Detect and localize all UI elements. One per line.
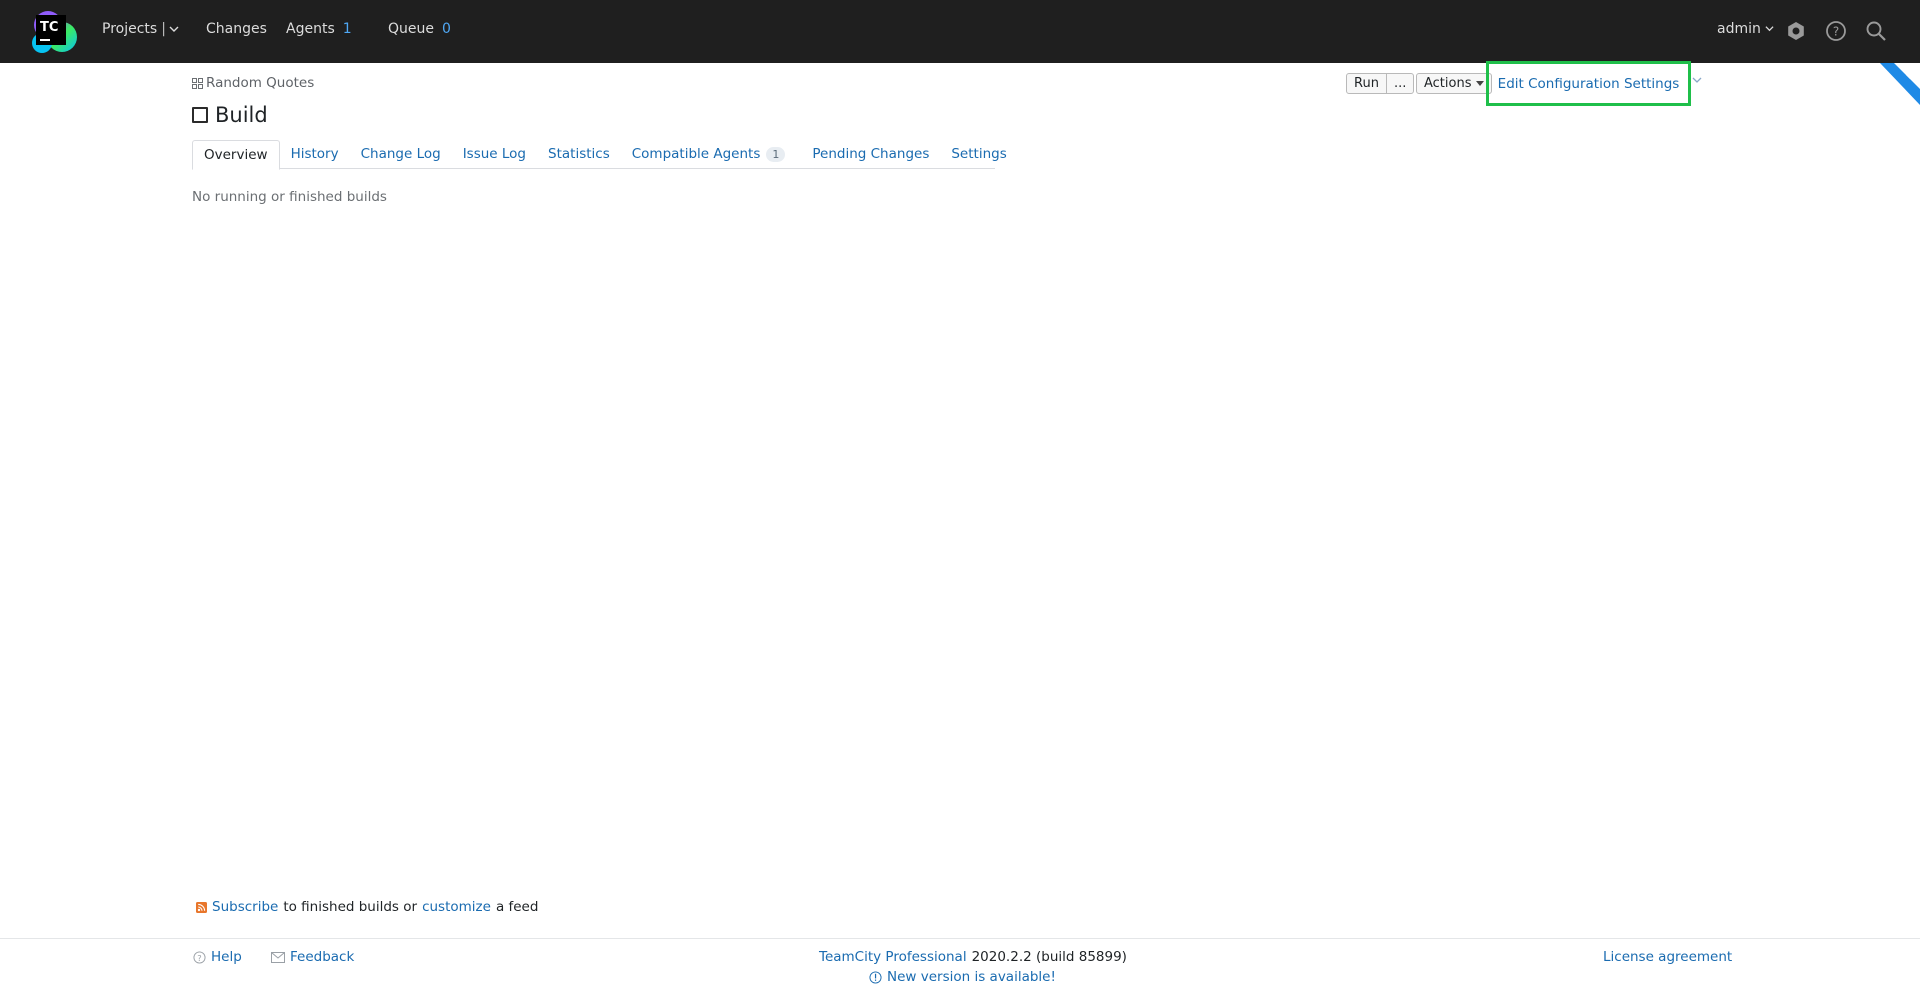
run-custom-button[interactable]: ... bbox=[1385, 74, 1413, 93]
actions-label: Actions bbox=[1424, 76, 1472, 91]
rss-feed-icon bbox=[196, 901, 207, 913]
subscribe-line: Subscribe to finished builds or customiz… bbox=[196, 899, 538, 915]
user-menu[interactable]: admin bbox=[1717, 21, 1774, 37]
footer-product-info: TeamCity Professional 2020.2.2 (build 85… bbox=[819, 949, 1127, 965]
build-config-tabs: Overview History Change Log Issue Log St… bbox=[192, 140, 1007, 170]
tab-compatible-agents[interactable]: Compatible Agents 1 bbox=[621, 140, 797, 169]
help-icon: ? bbox=[193, 950, 206, 964]
tab-change-log[interactable]: Change Log bbox=[350, 140, 452, 169]
product-link[interactable]: TeamCity Professional bbox=[819, 949, 967, 965]
envelope-icon bbox=[271, 951, 285, 963]
nav-projects-label: Projects bbox=[102, 21, 158, 37]
run-button-group: Run ... bbox=[1346, 73, 1415, 94]
corner-ribbon-icon[interactable] bbox=[1880, 63, 1920, 105]
chevron-down-icon bbox=[1765, 26, 1774, 32]
subscribe-link[interactable]: Subscribe bbox=[212, 899, 278, 915]
search-icon[interactable] bbox=[1864, 19, 1888, 43]
actions-button[interactable]: Actions bbox=[1416, 73, 1492, 94]
empty-builds-message: No running or finished builds bbox=[192, 189, 387, 205]
tab-history[interactable]: History bbox=[280, 140, 350, 169]
build-status-checkbox[interactable] bbox=[192, 107, 208, 123]
run-button[interactable]: Run bbox=[1347, 74, 1386, 93]
teamcity-logo-icon[interactable]: TC bbox=[28, 7, 80, 57]
top-navigation-bar: TC Projects | Changes Agents 1 Queue 0 admi… bbox=[0, 0, 1920, 63]
footer-feedback-link[interactable]: Feedback bbox=[271, 949, 354, 965]
edit-configuration-settings-link[interactable]: Edit Configuration Settings bbox=[1486, 61, 1691, 106]
caret-down-icon bbox=[1692, 77, 1702, 83]
nav-changes[interactable]: Changes bbox=[206, 21, 267, 37]
tab-overview[interactable]: Overview bbox=[192, 140, 280, 170]
footer-help-link[interactable]: ? Help bbox=[193, 949, 242, 965]
breadcrumb: Random Quotes bbox=[192, 75, 314, 91]
tab-pending-changes[interactable]: Pending Changes bbox=[796, 140, 940, 169]
administration-gear-icon[interactable] bbox=[1784, 19, 1808, 43]
help-icon[interactable]: ? bbox=[1824, 19, 1848, 43]
page-title: Build bbox=[215, 103, 268, 127]
svg-text:?: ? bbox=[1833, 25, 1839, 39]
tab-settings[interactable]: Settings bbox=[940, 140, 1017, 169]
tab-statistics[interactable]: Statistics bbox=[537, 140, 621, 169]
nav-agents[interactable]: Agents 1 bbox=[286, 21, 352, 37]
agents-count-badge: 1 bbox=[342, 21, 352, 37]
customize-link[interactable]: customize bbox=[422, 899, 491, 915]
subscribe-text: to finished builds or bbox=[283, 899, 418, 915]
info-icon bbox=[869, 970, 882, 984]
breadcrumb-project-link[interactable]: Random Quotes bbox=[206, 75, 314, 91]
page-title-row: Build bbox=[192, 103, 268, 127]
footer-divider bbox=[0, 938, 1920, 939]
svg-text:?: ? bbox=[197, 952, 201, 962]
chevron-down-icon[interactable] bbox=[169, 24, 179, 34]
new-version-link[interactable]: New version is available! bbox=[869, 969, 1056, 985]
tab-issue-log[interactable]: Issue Log bbox=[452, 140, 537, 169]
svg-text:TC: TC bbox=[40, 20, 58, 35]
product-version: 2020.2.2 (build 85899) bbox=[971, 949, 1127, 965]
subscribe-text-end: a feed bbox=[495, 899, 539, 915]
nav-projects[interactable]: Projects | bbox=[102, 21, 179, 37]
queue-count-badge: 0 bbox=[442, 21, 451, 37]
caret-down-icon bbox=[1475, 81, 1484, 86]
project-grid-icon bbox=[192, 77, 203, 89]
compatible-agents-count-badge: 1 bbox=[766, 147, 786, 162]
license-agreement-link[interactable]: License agreement bbox=[1603, 949, 1732, 965]
edit-settings-dropdown-toggle[interactable] bbox=[1692, 75, 1702, 88]
nav-queue[interactable]: Queue 0 bbox=[388, 21, 451, 37]
